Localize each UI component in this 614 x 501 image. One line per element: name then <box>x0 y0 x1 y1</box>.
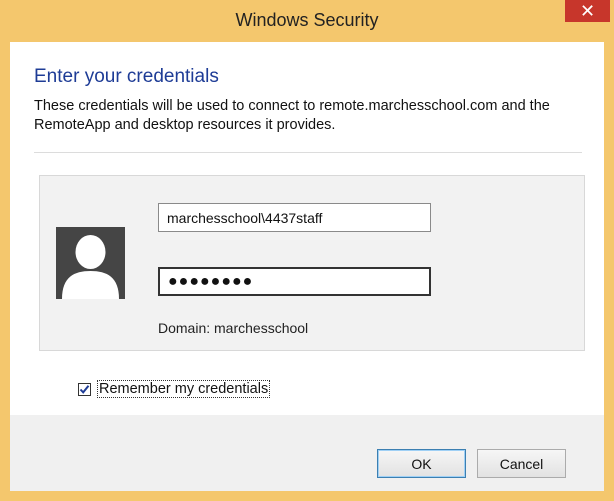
button-bar: OK Cancel <box>10 415 604 491</box>
remember-credentials-option[interactable]: Remember my credentials <box>78 380 271 398</box>
title-bar[interactable]: Windows Security ✕ <box>0 0 614 42</box>
close-icon: ✕ <box>579 1 596 21</box>
remember-label[interactable]: Remember my credentials <box>97 380 271 398</box>
credential-tile: Domain: marchesschool <box>39 175 585 351</box>
windows-security-dialog: Windows Security ✕ Enter your credential… <box>0 0 614 501</box>
divider <box>34 152 582 153</box>
close-button[interactable]: ✕ <box>565 0 610 22</box>
dialog-description: These credentials will be used to connec… <box>34 98 550 133</box>
dialog-heading: Enter your credentials <box>34 66 219 87</box>
ok-button[interactable]: OK <box>377 449 466 478</box>
cancel-button[interactable]: Cancel <box>477 449 566 478</box>
password-input[interactable] <box>158 267 431 296</box>
user-silhouette-icon <box>56 227 125 299</box>
dialog-body: Enter your credentials These credentials… <box>10 42 604 491</box>
remember-checkbox[interactable] <box>78 382 91 396</box>
checkmark-icon <box>79 384 90 394</box>
domain-label: Domain: marchesschool <box>158 320 309 336</box>
window-title: Windows Security <box>235 10 379 30</box>
username-input[interactable] <box>158 203 431 232</box>
